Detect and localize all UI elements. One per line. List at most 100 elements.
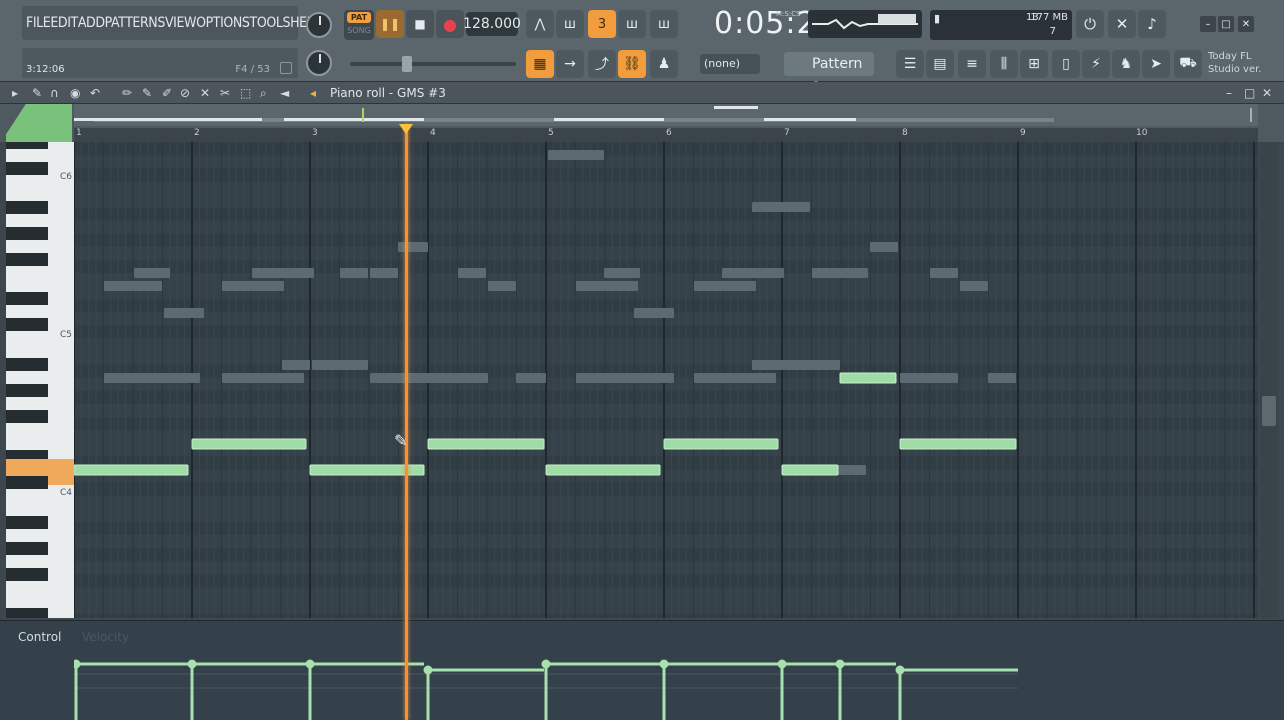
delete-icon[interactable]: ⊘ bbox=[180, 86, 190, 100]
menu-view[interactable]: VIEW bbox=[165, 15, 197, 31]
audio-input-button[interactable]: ♪ bbox=[1138, 10, 1166, 38]
pencil-icon[interactable]: ✏ bbox=[122, 86, 132, 100]
black-key[interactable] bbox=[6, 227, 48, 240]
menu-add[interactable]: ADD bbox=[78, 15, 105, 31]
select-icon[interactable]: ⬚ bbox=[240, 86, 251, 100]
slider-handle[interactable] bbox=[402, 56, 412, 72]
paint-icon[interactable]: ✐ bbox=[162, 86, 172, 100]
step-edit-button[interactable]: → bbox=[556, 50, 584, 78]
wrench-icon[interactable]: ✎ bbox=[32, 86, 42, 100]
pr-minimize-icon[interactable]: – bbox=[1226, 86, 1232, 100]
plugin-database-button[interactable]: ⚡ bbox=[1082, 50, 1110, 78]
timeline-ruler[interactable]: 1 2 3 4 5 6 7 8 9 10 bbox=[0, 104, 1284, 142]
tempo-display[interactable]: 128.000 bbox=[463, 12, 521, 36]
black-key[interactable] bbox=[6, 318, 48, 331]
multilink-button[interactable]: ♟ bbox=[650, 50, 678, 78]
note[interactable] bbox=[191, 438, 307, 450]
note[interactable] bbox=[545, 464, 661, 476]
hint-lock-icon[interactable] bbox=[280, 62, 292, 74]
black-key[interactable] bbox=[6, 568, 48, 581]
black-key[interactable] bbox=[6, 292, 48, 305]
note[interactable] bbox=[74, 464, 189, 476]
zoom-icon[interactable]: ⌕ bbox=[260, 86, 267, 101]
stop-button[interactable]: ■ bbox=[406, 10, 434, 38]
slice-icon[interactable]: ✂ bbox=[220, 86, 230, 100]
mixer-button[interactable]: ⫼ bbox=[990, 50, 1018, 78]
vertical-scrollbar[interactable] bbox=[1260, 142, 1278, 618]
countdown-button[interactable]: 3 bbox=[588, 10, 616, 38]
mute-icon[interactable]: ✕ bbox=[200, 86, 210, 100]
black-key[interactable] bbox=[6, 476, 48, 489]
black-key[interactable] bbox=[6, 410, 48, 423]
playhead-marker-icon[interactable] bbox=[399, 124, 413, 134]
record-button[interactable]: ● bbox=[436, 10, 464, 38]
piano-roll-button[interactable]: ▤ bbox=[926, 50, 954, 78]
slide-button[interactable]: ⤴ bbox=[588, 50, 616, 78]
menu-options[interactable]: OPTIONS bbox=[196, 15, 250, 31]
black-key[interactable] bbox=[6, 253, 48, 266]
black-key[interactable] bbox=[6, 201, 48, 214]
menu-file[interactable]: FILE bbox=[26, 15, 51, 31]
velocity-lane[interactable] bbox=[74, 628, 1258, 720]
minimize-button[interactable]: – bbox=[1200, 16, 1216, 32]
pause-button[interactable]: ❚❚ bbox=[376, 10, 404, 38]
menu-patterns[interactable]: PATTERNS bbox=[105, 15, 166, 31]
touch-controller-button[interactable]: ➤ bbox=[1142, 50, 1170, 78]
project-info-button[interactable]: ▯ bbox=[1052, 50, 1080, 78]
control-label[interactable]: Control bbox=[18, 630, 61, 644]
blend-recording-button[interactable]: ш bbox=[618, 10, 646, 38]
typing-keyboard-button[interactable]: ▦ bbox=[526, 50, 554, 78]
link-button[interactable]: ⛓ bbox=[618, 50, 646, 78]
pattern-selector[interactable]: Pattern 1 bbox=[784, 52, 874, 96]
note[interactable] bbox=[427, 438, 545, 450]
bar-ruler[interactable]: 1 2 3 4 5 6 7 8 9 10 bbox=[74, 128, 1258, 142]
menu-edit[interactable]: EDIT bbox=[50, 15, 78, 31]
snap-corner-tab[interactable] bbox=[6, 104, 72, 142]
maximize-button[interactable]: □ bbox=[1218, 16, 1234, 32]
black-key[interactable] bbox=[6, 358, 48, 371]
pat-song-toggle[interactable]: PAT SONG bbox=[344, 10, 374, 40]
wait-input-button[interactable]: ш bbox=[556, 10, 584, 38]
note[interactable] bbox=[781, 464, 839, 476]
play-icon[interactable]: ◂ bbox=[310, 86, 316, 100]
black-key[interactable] bbox=[6, 142, 48, 149]
black-key[interactable] bbox=[6, 384, 48, 397]
note[interactable] bbox=[899, 438, 1017, 450]
playhead-line[interactable] bbox=[405, 124, 408, 720]
scrollbar-thumb[interactable] bbox=[1262, 396, 1276, 426]
piano-keyboard[interactable]: C6 C5 C4 bbox=[6, 142, 74, 618]
black-key[interactable] bbox=[6, 162, 48, 175]
speaker-icon[interactable]: ◄ bbox=[280, 86, 289, 100]
loop-recording-button[interactable]: ш bbox=[650, 10, 678, 38]
timeline-overview[interactable] bbox=[74, 104, 1258, 126]
menu-tools[interactable]: TOOLS bbox=[250, 15, 291, 31]
note[interactable] bbox=[663, 438, 779, 450]
black-key[interactable] bbox=[6, 542, 48, 555]
channel-rack-button[interactable]: ≡ bbox=[958, 50, 986, 78]
magnet-icon[interactable]: ∩ bbox=[50, 86, 59, 100]
metronome-button[interactable]: ⋀ bbox=[526, 10, 554, 38]
master-pitch-knob[interactable] bbox=[306, 50, 332, 76]
pr-maximize-icon[interactable]: □ bbox=[1244, 86, 1255, 100]
play-note-icon[interactable]: ◉ bbox=[70, 86, 80, 100]
tool-button[interactable]: ✕ bbox=[1108, 10, 1136, 38]
online-button[interactable]: ⏻ bbox=[1076, 10, 1104, 38]
close-button[interactable]: ✕ bbox=[1238, 16, 1254, 32]
shop-button[interactable]: ⛟ bbox=[1174, 50, 1202, 78]
note-grid[interactable] bbox=[74, 142, 1258, 618]
black-key[interactable] bbox=[6, 608, 48, 618]
note[interactable] bbox=[839, 372, 897, 384]
brush-icon[interactable]: ✎ bbox=[142, 86, 152, 100]
plugin-picker-button[interactable]: ♞ bbox=[1112, 50, 1140, 78]
master-pitch-slider[interactable] bbox=[350, 56, 516, 72]
menu-arrow-icon[interactable]: ▸ bbox=[12, 86, 18, 100]
black-key[interactable] bbox=[6, 516, 48, 529]
browser-button[interactable]: ⊞ bbox=[1020, 50, 1048, 78]
playlist-button[interactable]: ☰ bbox=[896, 50, 924, 78]
master-volume-knob[interactable] bbox=[306, 12, 332, 38]
pr-close-icon[interactable]: ✕ bbox=[1262, 86, 1272, 100]
snap-dropdown[interactable]: (none) bbox=[700, 54, 760, 74]
loop-icon: ш bbox=[658, 16, 670, 32]
news-panel[interactable]: Today FL Studio ver. bbox=[1208, 50, 1261, 76]
undo-icon[interactable]: ↶ bbox=[90, 86, 100, 100]
